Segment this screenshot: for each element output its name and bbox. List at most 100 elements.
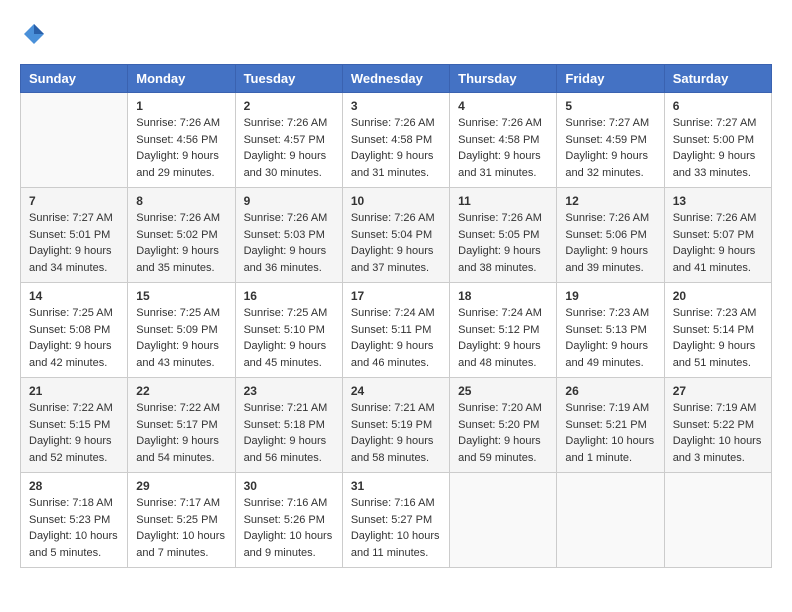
daylight-text: Daylight: 9 hours and 52 minutes.	[29, 435, 112, 464]
daylight-text: Daylight: 10 hours and 3 minutes.	[673, 435, 762, 464]
day-info: Sunrise: 7:20 AM Sunset: 5:20 PM Dayligh…	[458, 400, 548, 466]
sunset-text: Sunset: 5:12 PM	[458, 324, 539, 336]
day-number: 31	[351, 479, 441, 493]
sunset-text: Sunset: 4:58 PM	[351, 134, 432, 146]
sunset-text: Sunset: 5:02 PM	[136, 229, 217, 241]
day-number: 8	[136, 194, 226, 208]
calendar-cell: 17 Sunrise: 7:24 AM Sunset: 5:11 PM Dayl…	[342, 283, 449, 378]
day-number: 4	[458, 99, 548, 113]
daylight-text: Daylight: 9 hours and 33 minutes.	[673, 150, 756, 179]
daylight-text: Daylight: 9 hours and 32 minutes.	[565, 150, 648, 179]
calendar-cell: 20 Sunrise: 7:23 AM Sunset: 5:14 PM Dayl…	[664, 283, 771, 378]
day-number: 16	[244, 289, 334, 303]
sunset-text: Sunset: 4:56 PM	[136, 134, 217, 146]
weekday-header-wednesday: Wednesday	[342, 65, 449, 93]
daylight-text: Daylight: 9 hours and 29 minutes.	[136, 150, 219, 179]
daylight-text: Daylight: 9 hours and 39 minutes.	[565, 245, 648, 274]
page-header	[20, 20, 772, 48]
day-number: 19	[565, 289, 655, 303]
calendar-cell	[557, 473, 664, 568]
sunrise-text: Sunrise: 7:25 AM	[29, 307, 113, 319]
day-info: Sunrise: 7:27 AM Sunset: 5:01 PM Dayligh…	[29, 210, 119, 276]
day-info: Sunrise: 7:19 AM Sunset: 5:21 PM Dayligh…	[565, 400, 655, 466]
sunset-text: Sunset: 5:21 PM	[565, 419, 646, 431]
day-number: 13	[673, 194, 763, 208]
day-number: 22	[136, 384, 226, 398]
sunset-text: Sunset: 4:59 PM	[565, 134, 646, 146]
calendar-cell: 4 Sunrise: 7:26 AM Sunset: 4:58 PM Dayli…	[450, 93, 557, 188]
sunrise-text: Sunrise: 7:22 AM	[136, 402, 220, 414]
day-info: Sunrise: 7:26 AM Sunset: 4:56 PM Dayligh…	[136, 115, 226, 181]
sunrise-text: Sunrise: 7:22 AM	[29, 402, 113, 414]
sunset-text: Sunset: 5:15 PM	[29, 419, 110, 431]
weekday-header-friday: Friday	[557, 65, 664, 93]
calendar-cell: 15 Sunrise: 7:25 AM Sunset: 5:09 PM Dayl…	[128, 283, 235, 378]
daylight-text: Daylight: 10 hours and 1 minute.	[565, 435, 654, 464]
day-info: Sunrise: 7:26 AM Sunset: 5:05 PM Dayligh…	[458, 210, 548, 276]
daylight-text: Daylight: 9 hours and 51 minutes.	[673, 340, 756, 369]
sunrise-text: Sunrise: 7:25 AM	[244, 307, 328, 319]
daylight-text: Daylight: 9 hours and 54 minutes.	[136, 435, 219, 464]
sunset-text: Sunset: 5:07 PM	[673, 229, 754, 241]
calendar-cell: 8 Sunrise: 7:26 AM Sunset: 5:02 PM Dayli…	[128, 188, 235, 283]
calendar-cell: 10 Sunrise: 7:26 AM Sunset: 5:04 PM Dayl…	[342, 188, 449, 283]
calendar-cell: 24 Sunrise: 7:21 AM Sunset: 5:19 PM Dayl…	[342, 378, 449, 473]
daylight-text: Daylight: 9 hours and 30 minutes.	[244, 150, 327, 179]
day-number: 23	[244, 384, 334, 398]
daylight-text: Daylight: 9 hours and 45 minutes.	[244, 340, 327, 369]
day-info: Sunrise: 7:26 AM Sunset: 4:58 PM Dayligh…	[351, 115, 441, 181]
sunset-text: Sunset: 5:03 PM	[244, 229, 325, 241]
sunrise-text: Sunrise: 7:24 AM	[458, 307, 542, 319]
daylight-text: Daylight: 9 hours and 31 minutes.	[351, 150, 434, 179]
day-number: 17	[351, 289, 441, 303]
day-info: Sunrise: 7:16 AM Sunset: 5:27 PM Dayligh…	[351, 495, 441, 561]
calendar-cell: 16 Sunrise: 7:25 AM Sunset: 5:10 PM Dayl…	[235, 283, 342, 378]
daylight-text: Daylight: 9 hours and 58 minutes.	[351, 435, 434, 464]
sunset-text: Sunset: 5:14 PM	[673, 324, 754, 336]
calendar-cell: 25 Sunrise: 7:20 AM Sunset: 5:20 PM Dayl…	[450, 378, 557, 473]
calendar-week-row: 7 Sunrise: 7:27 AM Sunset: 5:01 PM Dayli…	[21, 188, 772, 283]
sunrise-text: Sunrise: 7:26 AM	[351, 117, 435, 129]
sunrise-text: Sunrise: 7:17 AM	[136, 497, 220, 509]
weekday-header-monday: Monday	[128, 65, 235, 93]
weekday-header-thursday: Thursday	[450, 65, 557, 93]
day-number: 7	[29, 194, 119, 208]
day-info: Sunrise: 7:26 AM Sunset: 5:07 PM Dayligh…	[673, 210, 763, 276]
day-info: Sunrise: 7:27 AM Sunset: 5:00 PM Dayligh…	[673, 115, 763, 181]
day-info: Sunrise: 7:16 AM Sunset: 5:26 PM Dayligh…	[244, 495, 334, 561]
calendar-cell: 22 Sunrise: 7:22 AM Sunset: 5:17 PM Dayl…	[128, 378, 235, 473]
daylight-text: Daylight: 9 hours and 34 minutes.	[29, 245, 112, 274]
daylight-text: Daylight: 9 hours and 43 minutes.	[136, 340, 219, 369]
calendar-cell: 28 Sunrise: 7:18 AM Sunset: 5:23 PM Dayl…	[21, 473, 128, 568]
daylight-text: Daylight: 9 hours and 42 minutes.	[29, 340, 112, 369]
sunset-text: Sunset: 5:04 PM	[351, 229, 432, 241]
daylight-text: Daylight: 9 hours and 59 minutes.	[458, 435, 541, 464]
day-info: Sunrise: 7:25 AM Sunset: 5:08 PM Dayligh…	[29, 305, 119, 371]
day-number: 15	[136, 289, 226, 303]
day-number: 1	[136, 99, 226, 113]
day-number: 30	[244, 479, 334, 493]
sunset-text: Sunset: 5:13 PM	[565, 324, 646, 336]
sunrise-text: Sunrise: 7:26 AM	[136, 212, 220, 224]
calendar-week-row: 28 Sunrise: 7:18 AM Sunset: 5:23 PM Dayl…	[21, 473, 772, 568]
sunrise-text: Sunrise: 7:27 AM	[673, 117, 757, 129]
day-info: Sunrise: 7:25 AM Sunset: 5:09 PM Dayligh…	[136, 305, 226, 371]
logo-icon	[20, 20, 48, 48]
day-number: 10	[351, 194, 441, 208]
calendar-cell: 6 Sunrise: 7:27 AM Sunset: 5:00 PM Dayli…	[664, 93, 771, 188]
sunset-text: Sunset: 5:25 PM	[136, 514, 217, 526]
day-number: 14	[29, 289, 119, 303]
sunrise-text: Sunrise: 7:26 AM	[136, 117, 220, 129]
day-number: 25	[458, 384, 548, 398]
sunrise-text: Sunrise: 7:26 AM	[458, 212, 542, 224]
sunrise-text: Sunrise: 7:16 AM	[351, 497, 435, 509]
sunset-text: Sunset: 5:26 PM	[244, 514, 325, 526]
sunset-text: Sunset: 5:19 PM	[351, 419, 432, 431]
day-number: 2	[244, 99, 334, 113]
day-info: Sunrise: 7:23 AM Sunset: 5:13 PM Dayligh…	[565, 305, 655, 371]
day-number: 20	[673, 289, 763, 303]
sunrise-text: Sunrise: 7:23 AM	[565, 307, 649, 319]
sunset-text: Sunset: 4:58 PM	[458, 134, 539, 146]
sunrise-text: Sunrise: 7:26 AM	[673, 212, 757, 224]
calendar-cell: 14 Sunrise: 7:25 AM Sunset: 5:08 PM Dayl…	[21, 283, 128, 378]
